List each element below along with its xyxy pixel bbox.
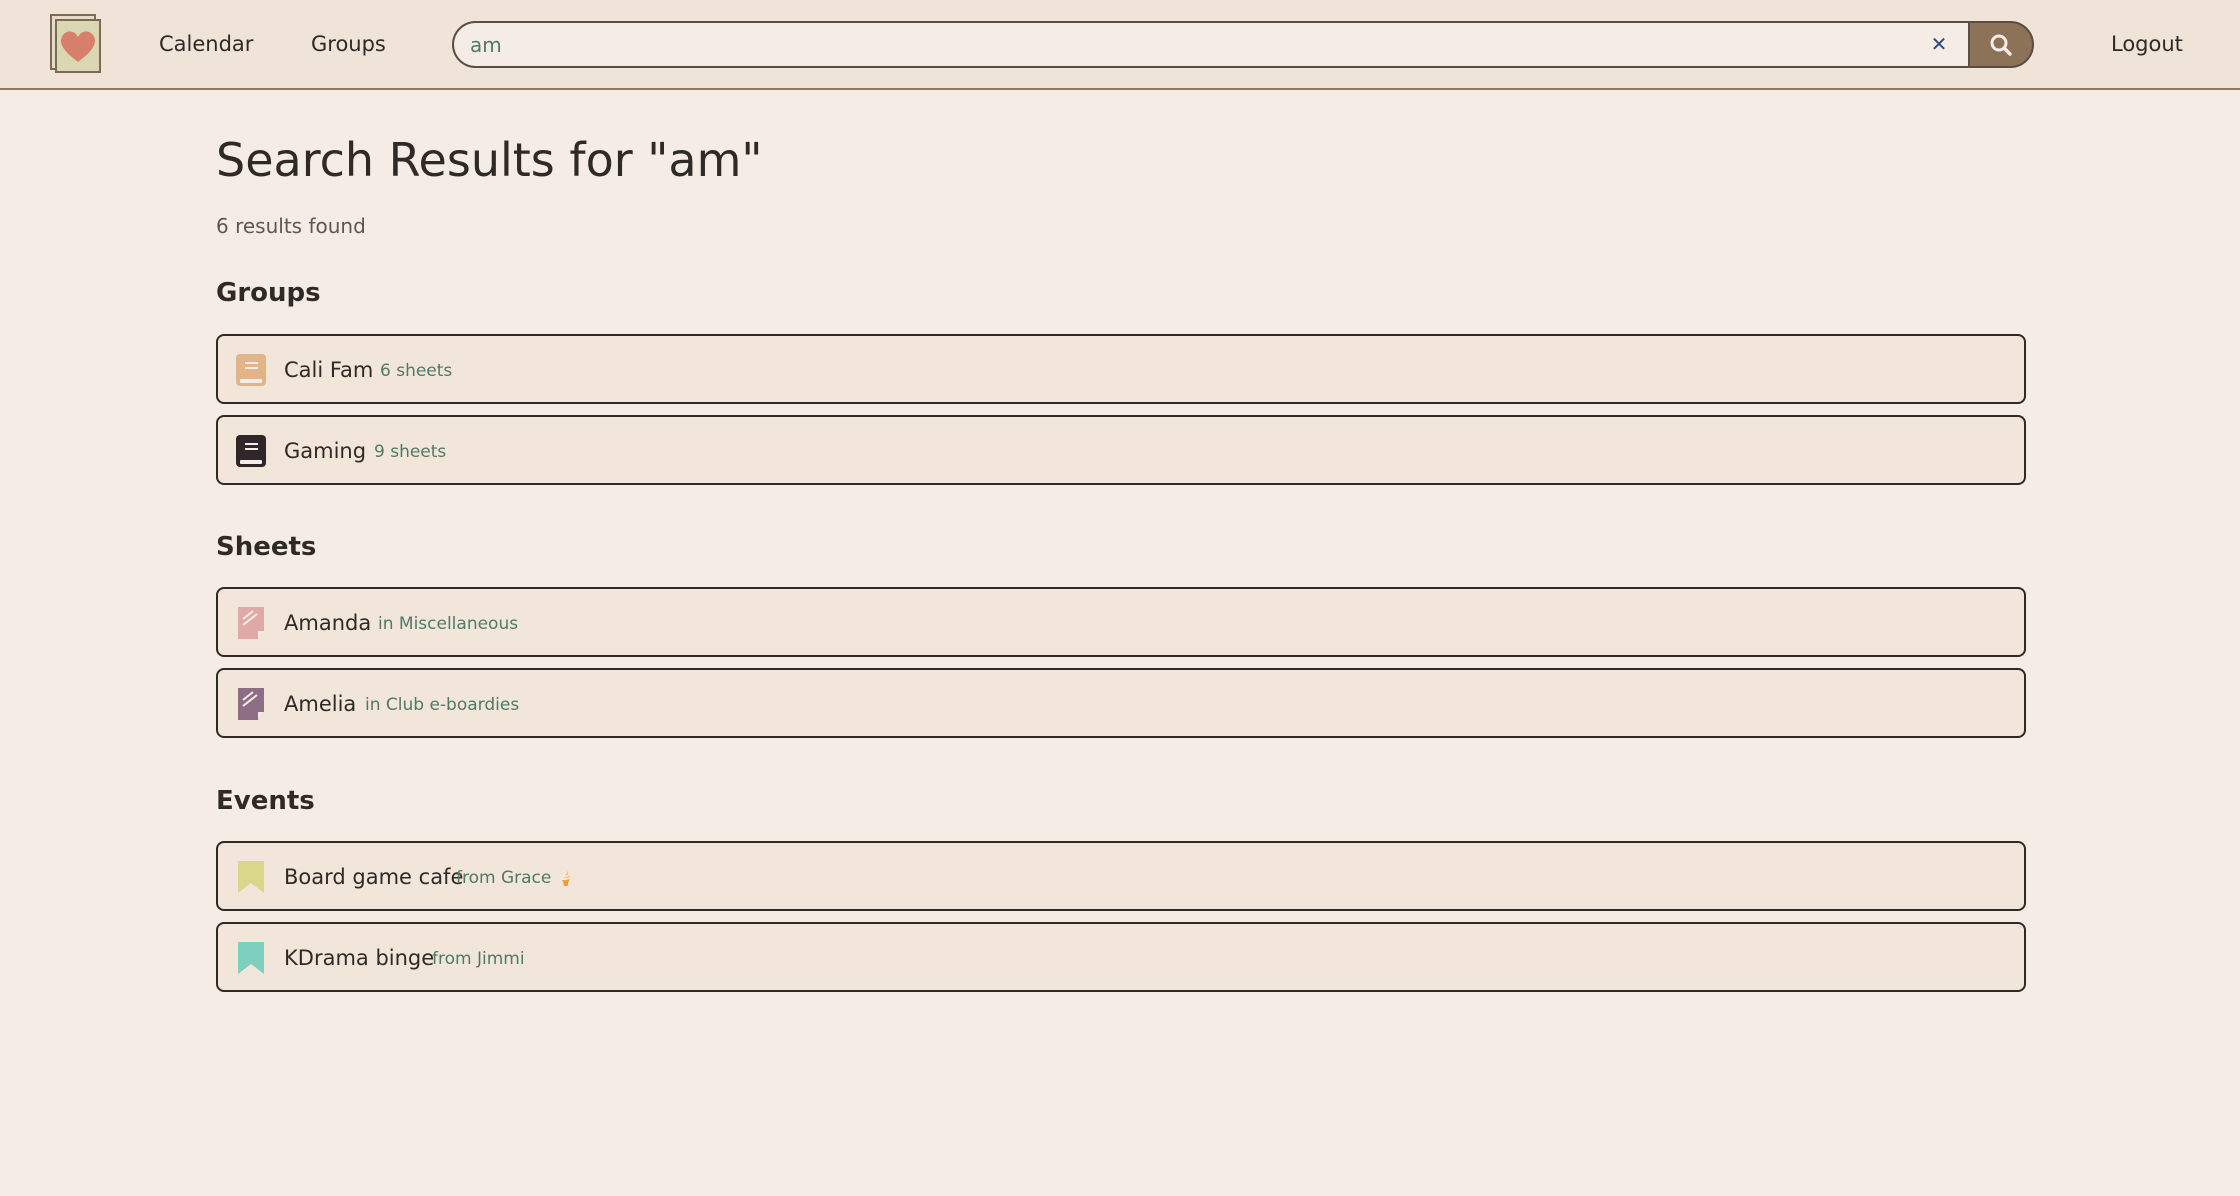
groups-section-heading: Groups: [216, 278, 321, 308]
event-result-item[interactable]: KDrama binge from Jimmi: [216, 922, 2026, 992]
bookmark-icon: [238, 942, 264, 974]
sheet-name: Amelia: [284, 692, 357, 716]
search-bar: ✕: [452, 21, 2034, 68]
sheet-name: Amanda: [284, 611, 372, 635]
book-icon: [236, 435, 266, 467]
group-name: Cali Fam: [284, 358, 374, 382]
events-section-heading: Events: [216, 786, 315, 816]
event-result-item[interactable]: Board game cafe from Grace 🍦: [216, 841, 2026, 911]
search-button[interactable]: [1968, 21, 2034, 68]
sheet-icon: [238, 607, 264, 639]
logout-link[interactable]: Logout: [2111, 30, 2183, 58]
group-sheet-count: 9 sheets: [374, 442, 447, 462]
group-sheet-count: 6 sheets: [380, 361, 453, 381]
event-name: Board game cafe: [284, 865, 464, 889]
nav-calendar-link[interactable]: Calendar: [159, 30, 253, 58]
heart-logo-icon[interactable]: [50, 14, 102, 74]
page-title: Search Results for "am": [216, 133, 763, 187]
search-icon: [1990, 34, 2012, 56]
result-count: 6 results found: [216, 214, 366, 238]
event-organizer: from Jimmi: [432, 949, 525, 969]
sheet-result-item[interactable]: Amanda in Miscellaneous: [216, 587, 2026, 657]
clear-search-button[interactable]: ✕: [1924, 29, 1954, 59]
nav-groups-link[interactable]: Groups: [311, 30, 386, 58]
sheet-icon: [238, 688, 264, 720]
event-organizer: from Grace 🍦: [456, 867, 575, 890]
top-navigation-bar: Calendar Groups ✕ Logout: [0, 0, 2240, 90]
group-result-item[interactable]: Gaming 9 sheets: [216, 415, 2026, 485]
ice-cream-emoji-icon: 🍦: [557, 871, 575, 887]
group-result-item[interactable]: Cali Fam 6 sheets: [216, 334, 2026, 404]
group-name: Gaming: [284, 439, 367, 463]
sheet-result-item[interactable]: Amelia in Club e-boardies: [216, 668, 2026, 738]
event-name: KDrama binge: [284, 946, 435, 970]
sheet-group-name: in Club e-boardies: [365, 695, 520, 715]
book-icon: [236, 354, 266, 386]
close-icon: ✕: [1930, 32, 1948, 56]
bookmark-icon: [238, 861, 264, 893]
event-organizer-text: from Grace: [456, 868, 552, 888]
sheets-section-heading: Sheets: [216, 532, 317, 562]
sheet-group-name: in Miscellaneous: [378, 614, 519, 634]
search-input[interactable]: [452, 21, 1968, 68]
